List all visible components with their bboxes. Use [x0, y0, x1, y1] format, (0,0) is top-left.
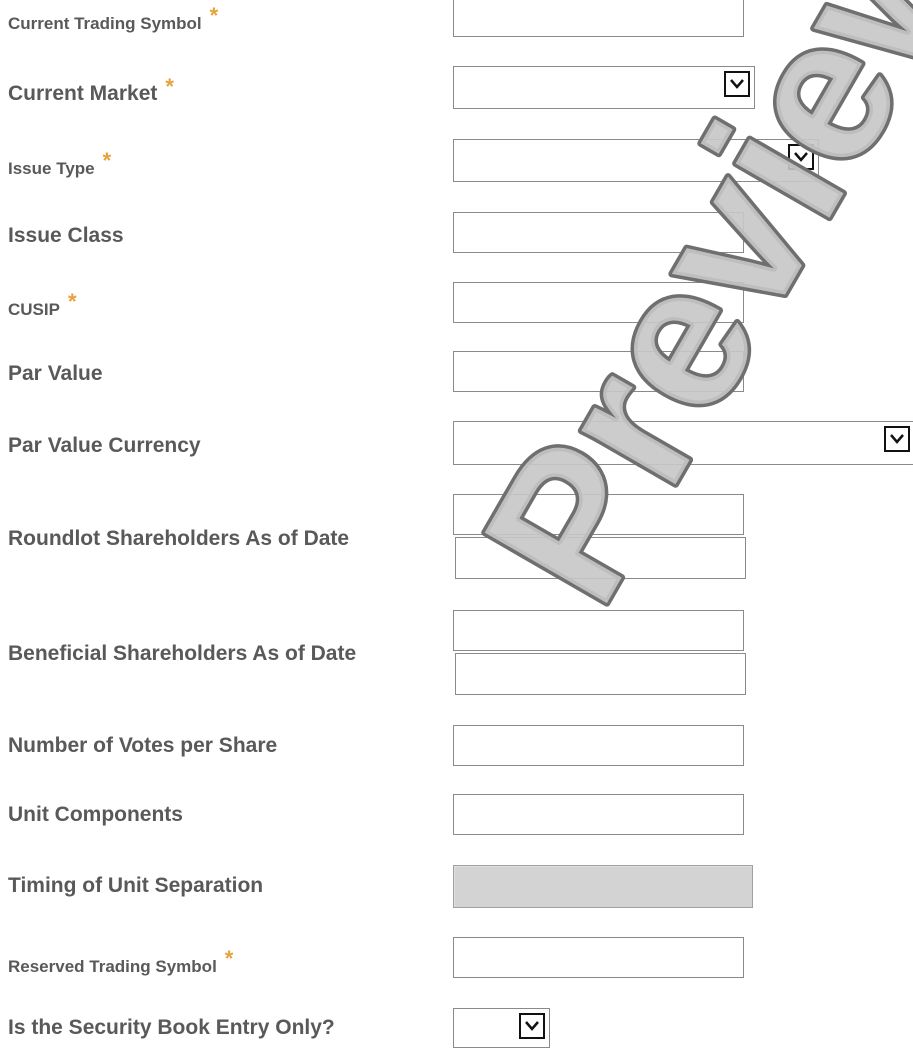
label-beneficial-shareholders: Beneficial Shareholders As of Date	[8, 642, 357, 665]
label-issue-class: Issue Class	[8, 224, 124, 247]
chevron-down-icon[interactable]	[788, 144, 814, 170]
timing-of-unit-separation-input	[453, 865, 753, 908]
required-asterisk: *	[209, 3, 219, 28]
beneficial-shareholders-input[interactable]	[453, 610, 744, 651]
label-par-value: Par Value	[8, 362, 103, 385]
required-asterisk: *	[67, 289, 77, 314]
required-asterisk: *	[102, 148, 112, 173]
label-timing-of-unit-separation: Timing of Unit Separation	[8, 874, 264, 897]
beneficial-as-of-date-input[interactable]	[455, 653, 746, 695]
label-cusip: CUSIP *	[8, 289, 77, 319]
label-current-trading-symbol: Current Trading Symbol *	[8, 3, 219, 33]
par-value-input[interactable]	[453, 351, 744, 392]
label-reserved-trading-symbol: Reserved Trading Symbol *	[8, 946, 234, 976]
required-asterisk: *	[165, 74, 174, 99]
label-current-market: Current Market *	[8, 74, 174, 105]
issue-class-input[interactable]	[453, 212, 744, 253]
required-asterisk: *	[224, 946, 234, 971]
label-number-of-votes: Number of Votes per Share	[8, 734, 278, 757]
label-par-value-currency: Par Value Currency	[8, 434, 201, 457]
reserved-trading-symbol-input[interactable]	[453, 937, 744, 978]
chevron-down-icon[interactable]	[884, 426, 910, 452]
issue-type-select[interactable]	[453, 139, 819, 182]
book-entry-only-select[interactable]	[453, 1008, 550, 1048]
roundlot-shareholders-input[interactable]	[453, 494, 744, 535]
cusip-input[interactable]	[453, 282, 744, 323]
par-value-currency-select[interactable]	[453, 421, 913, 465]
current-market-select[interactable]	[453, 66, 755, 109]
number-of-votes-input[interactable]	[453, 725, 744, 766]
label-roundlot-shareholders: Roundlot Shareholders As of Date	[8, 527, 350, 550]
label-unit-components: Unit Components	[8, 803, 183, 826]
chevron-down-icon[interactable]	[519, 1013, 545, 1039]
chevron-down-icon[interactable]	[724, 71, 750, 97]
roundlot-as-of-date-input[interactable]	[455, 537, 746, 579]
unit-components-input[interactable]	[453, 794, 744, 835]
label-book-entry-only: Is the Security Book Entry Only?	[8, 1016, 335, 1039]
current-trading-symbol-input[interactable]	[453, 0, 744, 37]
label-issue-type: Issue Type *	[8, 148, 112, 178]
